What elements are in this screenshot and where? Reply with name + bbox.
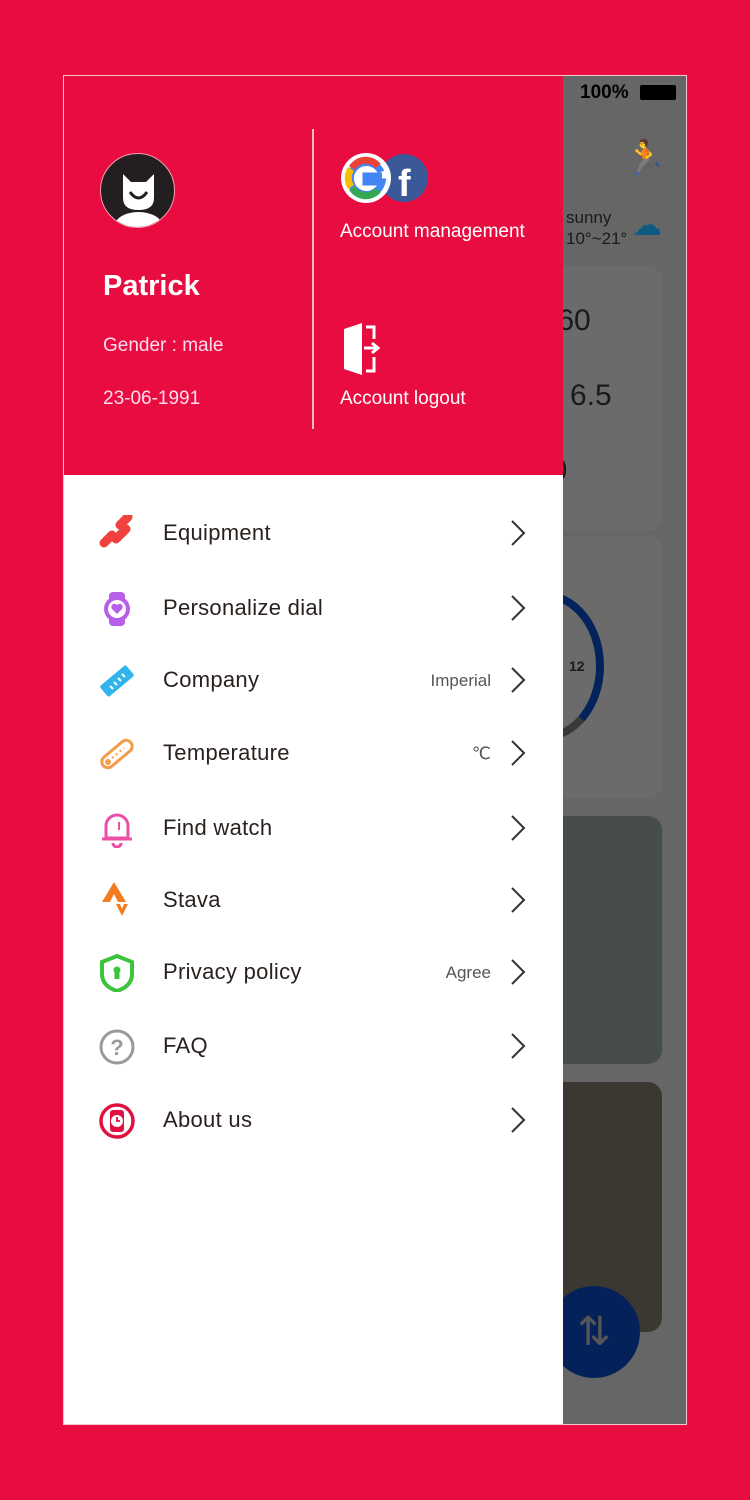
menu-item-privacy-policy[interactable]: Privacy policy Agree: [64, 937, 563, 1007]
chevron-right-icon: [511, 520, 526, 546]
menu-item-label: Stava: [163, 887, 221, 912]
menu-item-stava[interactable]: Stava: [64, 865, 563, 935]
question-icon: ?: [99, 1029, 135, 1065]
phone-screen: 100% 🏃 sunny 10°~21° ☁ 1260 6.5 60 12 ⇅ …: [63, 75, 687, 1425]
stat-value: 6.5: [570, 379, 612, 412]
thermometer-icon: [100, 738, 134, 770]
battery-text: 100%: [580, 82, 629, 103]
link-icon: [99, 515, 133, 548]
weather-text: sunny: [566, 208, 612, 227]
menu-item-label: FAQ: [163, 1033, 208, 1058]
account-management-link[interactable]: Account management: [340, 221, 525, 243]
chevron-right-icon: [511, 1107, 526, 1133]
menu-item-equipment[interactable]: Equipment: [64, 498, 563, 568]
profile-header: Patrick Gender : male 23-06-1991 f Accou…: [64, 76, 563, 475]
svg-text:f: f: [398, 163, 411, 204]
strava-icon: [102, 882, 128, 916]
ruler-icon: [100, 665, 134, 697]
menu-item-label: Temperature: [163, 740, 290, 765]
menu-item-label: Privacy policy: [163, 959, 302, 984]
temp-range: 10°~21°: [566, 229, 628, 248]
menu-item-about-us[interactable]: About us: [64, 1085, 563, 1155]
svg-text:?: ?: [110, 1035, 123, 1060]
chevron-right-icon: [511, 740, 526, 766]
user-name: Patrick: [103, 270, 200, 302]
battery-icon: [640, 85, 676, 100]
menu-item-faq[interactable]: ? FAQ: [64, 1011, 563, 1081]
avatar[interactable]: [100, 153, 175, 228]
user-gender: Gender : male: [103, 335, 224, 356]
running-icon: 🏃: [624, 139, 667, 177]
menu-item-company[interactable]: Company Imperial: [64, 645, 563, 715]
bell-icon: [102, 813, 132, 848]
menu-item-label: Personalize dial: [163, 595, 324, 620]
watch-clock-icon: [99, 1103, 135, 1139]
menu-item-value: ℃: [471, 744, 491, 763]
divider: [312, 129, 314, 429]
menu-item-label: Company: [163, 667, 260, 692]
chevron-right-icon: [511, 1033, 526, 1059]
chevron-right-icon: [511, 815, 526, 841]
menu-item-value: Imperial: [430, 671, 491, 690]
menu-item-temperature[interactable]: Temperature ℃: [64, 718, 563, 788]
chevron-right-icon: [511, 595, 526, 621]
menu-item-label: Find watch: [163, 815, 273, 840]
user-birthday: 23-06-1991: [103, 388, 201, 409]
account-logout-link[interactable]: Account logout: [340, 388, 466, 410]
google-facebook-icon[interactable]: f: [340, 152, 430, 204]
watch-heart-icon: [104, 592, 130, 626]
menu-item-value: Agree: [445, 963, 491, 982]
menu-item-label: Equipment: [163, 520, 271, 545]
shield-icon: [100, 954, 134, 992]
chevron-right-icon: [511, 959, 526, 985]
navigation-drawer: Patrick Gender : male 23-06-1991 f Accou…: [64, 76, 563, 1424]
ring-label: 12: [569, 658, 585, 674]
menu-item-personalize-dial[interactable]: Personalize dial: [64, 573, 563, 643]
menu-item-label: About us: [163, 1107, 253, 1132]
logout-door-icon[interactable]: [342, 323, 380, 375]
chevron-right-icon: [511, 667, 526, 693]
rain-cloud-icon: ☁: [632, 209, 662, 242]
chevron-right-icon: [511, 887, 526, 913]
menu-item-find-watch[interactable]: Find watch: [64, 793, 563, 863]
